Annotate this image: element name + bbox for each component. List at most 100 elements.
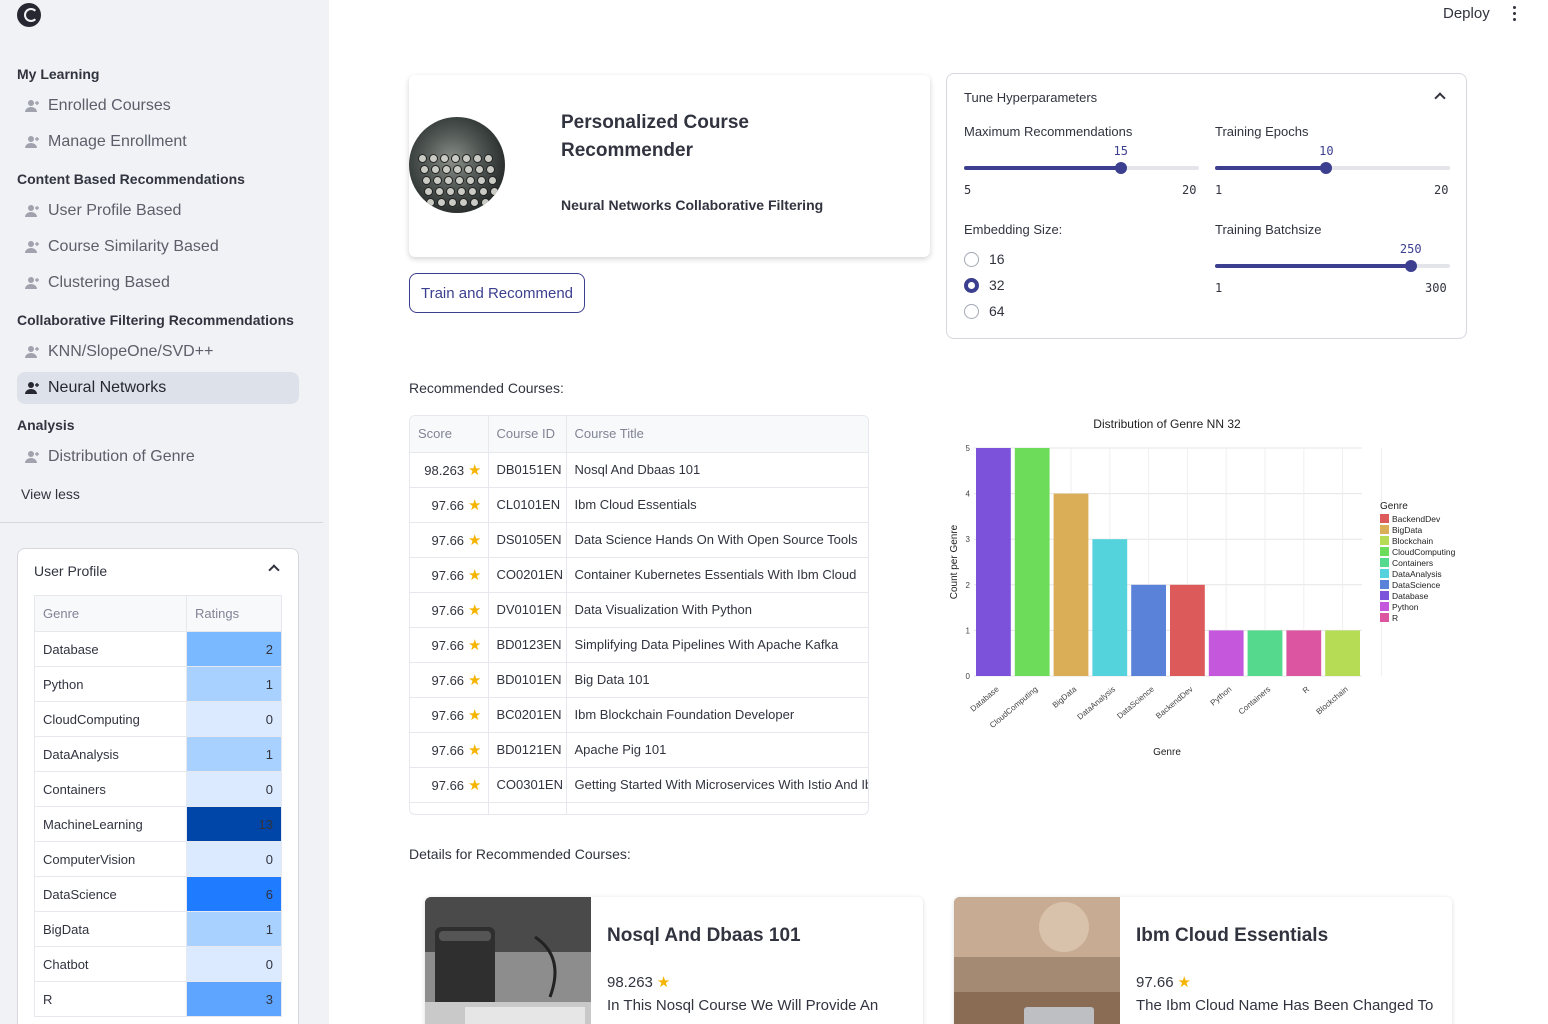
table-row[interactable]: 97.66 ★ CO0201EN Container Kubernetes Essen… <box>410 557 868 593</box>
x-tick-label: BackendDev <box>1154 685 1195 721</box>
view-less-link[interactable]: View less <box>21 486 80 502</box>
genre-cell: DataScience <box>34 876 187 912</box>
training-batchsize-slider[interactable] <box>1215 260 1450 272</box>
score-cell: 97.66 ★ <box>410 557 489 593</box>
column-header-course-id[interactable]: Course ID <box>488 416 567 453</box>
app-logo[interactable] <box>17 3 41 27</box>
embedding-option-32[interactable]: 32 <box>964 277 1005 293</box>
recommended-courses-table[interactable]: Score Course ID Course Title 98.263 ★ DB01… <box>409 415 869 815</box>
sidebar-item-course-similarity[interactable]: Course Similarity Based <box>17 231 299 263</box>
embedding-option-64[interactable]: 64 <box>964 303 1005 319</box>
table-row[interactable]: CloudComputing 0 <box>34 701 282 737</box>
deploy-button[interactable]: Deploy <box>1443 5 1490 22</box>
chevron-up-icon[interactable] <box>1434 92 1446 104</box>
table-row[interactable]: 97.66 ★ BD0101EN Big Data 101 <box>410 662 868 698</box>
radio-button[interactable] <box>964 251 979 267</box>
table-row[interactable]: 97.66 ★ BD0121EN Apache Pig 101 <box>410 732 868 768</box>
sidebar-divider <box>0 522 323 523</box>
user-profile-table: Genre Ratings Database 2 Python 1 CloudCompu… <box>34 595 282 1017</box>
sidebar-item-enrolled-courses[interactable]: Enrolled Courses <box>17 90 299 122</box>
table-row[interactable]: Containers 0 <box>34 771 282 807</box>
table-row[interactable] <box>410 802 868 814</box>
training-epochs-min: 1 <box>1215 183 1223 197</box>
rating-cell: 1 <box>186 666 282 702</box>
user-add-icon <box>25 276 40 290</box>
radio-label: 32 <box>989 277 1005 293</box>
hero-card: Personalized Course Recommender Neural N… <box>409 75 930 257</box>
user-profile-title[interactable]: User Profile <box>34 563 107 579</box>
main-menu-icon[interactable] <box>1513 6 1517 22</box>
empty-cell <box>488 802 567 814</box>
chevron-up-icon[interactable] <box>268 564 280 576</box>
genre-cell: DataAnalysis <box>34 736 187 772</box>
sidebar-item-knn[interactable]: KNN/SlopeOne/SVD++ <box>17 336 299 368</box>
nav-section-analysis: Analysis <box>17 417 75 433</box>
table-row[interactable]: DataScience 6 <box>34 876 282 912</box>
table-row[interactable]: 98.263 ★ DB0151EN Nosql And Dbaas 101 <box>410 452 868 488</box>
star-icon: ★ <box>468 671 482 689</box>
course-id-cell: CO0201EN <box>488 557 567 593</box>
column-header-ratings[interactable]: Ratings <box>186 595 282 632</box>
star-icon: ★ <box>468 706 482 724</box>
genre-cell: BigData <box>34 911 187 947</box>
score-cell: 97.66 ★ <box>410 592 489 628</box>
sidebar-item-neural-networks[interactable]: Neural Networks <box>17 372 299 404</box>
table-row[interactable]: 97.66 ★ BD0123EN Simplifying Data Pipelines… <box>410 627 868 663</box>
sidebar-item-manage-enrollment[interactable]: Manage Enrollment <box>17 126 299 158</box>
embedding-option-16[interactable]: 16 <box>964 251 1005 267</box>
max-recommendations-value: 15 <box>1113 144 1128 158</box>
table-row[interactable]: BigData 1 <box>34 911 282 947</box>
course-detail-card[interactable]: Ibm Cloud Essentials 97.66 ★ The Ibm Clou… <box>954 897 1452 1024</box>
rating-cell: 0 <box>186 841 282 877</box>
course-title-cell: Apache Pig 101 <box>566 732 868 768</box>
train-and-recommend-button[interactable]: Train and Recommend <box>409 273 585 313</box>
table-row[interactable]: 97.66 ★ DV0101EN Data Visualization With Py… <box>410 592 868 628</box>
legend-swatch <box>1380 613 1389 622</box>
max-recommendations-slider[interactable] <box>964 162 1199 174</box>
bar-database <box>976 448 1011 676</box>
table-row[interactable]: Python 1 <box>34 666 282 702</box>
rating-cell: 0 <box>186 701 282 737</box>
x-tick-label: DataScience <box>1115 684 1156 720</box>
table-row[interactable]: DataAnalysis 1 <box>34 736 282 772</box>
slider-thumb[interactable] <box>1404 260 1417 272</box>
table-row[interactable]: Database 2 <box>34 631 282 667</box>
x-tick-label: DataAnalysis <box>1076 685 1118 722</box>
radio-button-selected[interactable] <box>964 277 979 293</box>
training-epochs-slider[interactable] <box>1215 162 1450 174</box>
table-row[interactable]: 97.66 ★ DS0105EN Data Science Hands On With… <box>410 522 868 558</box>
slider-thumb[interactable] <box>1320 162 1333 174</box>
table-row[interactable]: Chatbot 0 <box>34 946 282 982</box>
course-detail-card[interactable]: Nosql And Dbaas 101 98.263 ★ In This Nosq… <box>425 897 923 1024</box>
table-row[interactable]: R3 <box>34 981 282 1017</box>
score-cell: 97.66 ★ <box>410 627 489 663</box>
genre-distribution-chart[interactable]: Distribution of Genre NN 32 0 1 2 3 4 5 Databas… <box>940 410 1480 770</box>
user-add-icon <box>25 345 40 359</box>
sidebar-item-label: Distribution of Genre <box>48 448 195 465</box>
table-row[interactable]: ComputerVision 0 <box>34 841 282 877</box>
radio-button[interactable] <box>964 303 979 319</box>
chart-title: Distribution of Genre NN 32 <box>1093 417 1241 431</box>
bar-r <box>1286 630 1322 676</box>
course-detail-title: Ibm Cloud Essentials <box>1136 925 1329 946</box>
score-cell: 97.66 ★ <box>410 767 489 803</box>
course-id-cell: DB0151EN <box>488 452 567 488</box>
slider-thumb[interactable] <box>1114 162 1127 174</box>
table-row[interactable]: MachineLearning 13 <box>34 806 282 842</box>
legend-entry: Database <box>1392 591 1429 601</box>
training-epochs-value: 10 <box>1319 144 1334 158</box>
table-row[interactable]: 97.66 ★ CL0101EN Ibm Cloud Essentials <box>410 487 868 523</box>
column-header-course-title[interactable]: Course Title <box>566 416 868 453</box>
table-row[interactable]: 97.66 ★ CO0301EN Getting Started With Micro… <box>410 767 868 803</box>
course-id-cell: DV0101EN <box>488 592 567 628</box>
sidebar-item-distribution-of-genre[interactable]: Distribution of Genre <box>17 441 299 473</box>
course-title-cell: Data Science Hands On With Open Source T… <box>566 522 868 558</box>
sidebar-item-label: KNN/SlopeOne/SVD++ <box>48 343 214 360</box>
table-row[interactable]: 97.66 ★ BC0201EN Ibm Blockchain Foundation … <box>410 697 868 733</box>
sidebar-item-clustering[interactable]: Clustering Based <box>17 267 299 299</box>
sidebar-item-user-profile-based[interactable]: User Profile Based <box>17 195 299 227</box>
tune-title[interactable]: Tune Hyperparameters <box>964 90 1097 105</box>
column-header-genre[interactable]: Genre <box>34 595 187 632</box>
column-header-score[interactable]: Score <box>410 416 489 453</box>
score-cell: 98.263 ★ <box>410 452 489 488</box>
